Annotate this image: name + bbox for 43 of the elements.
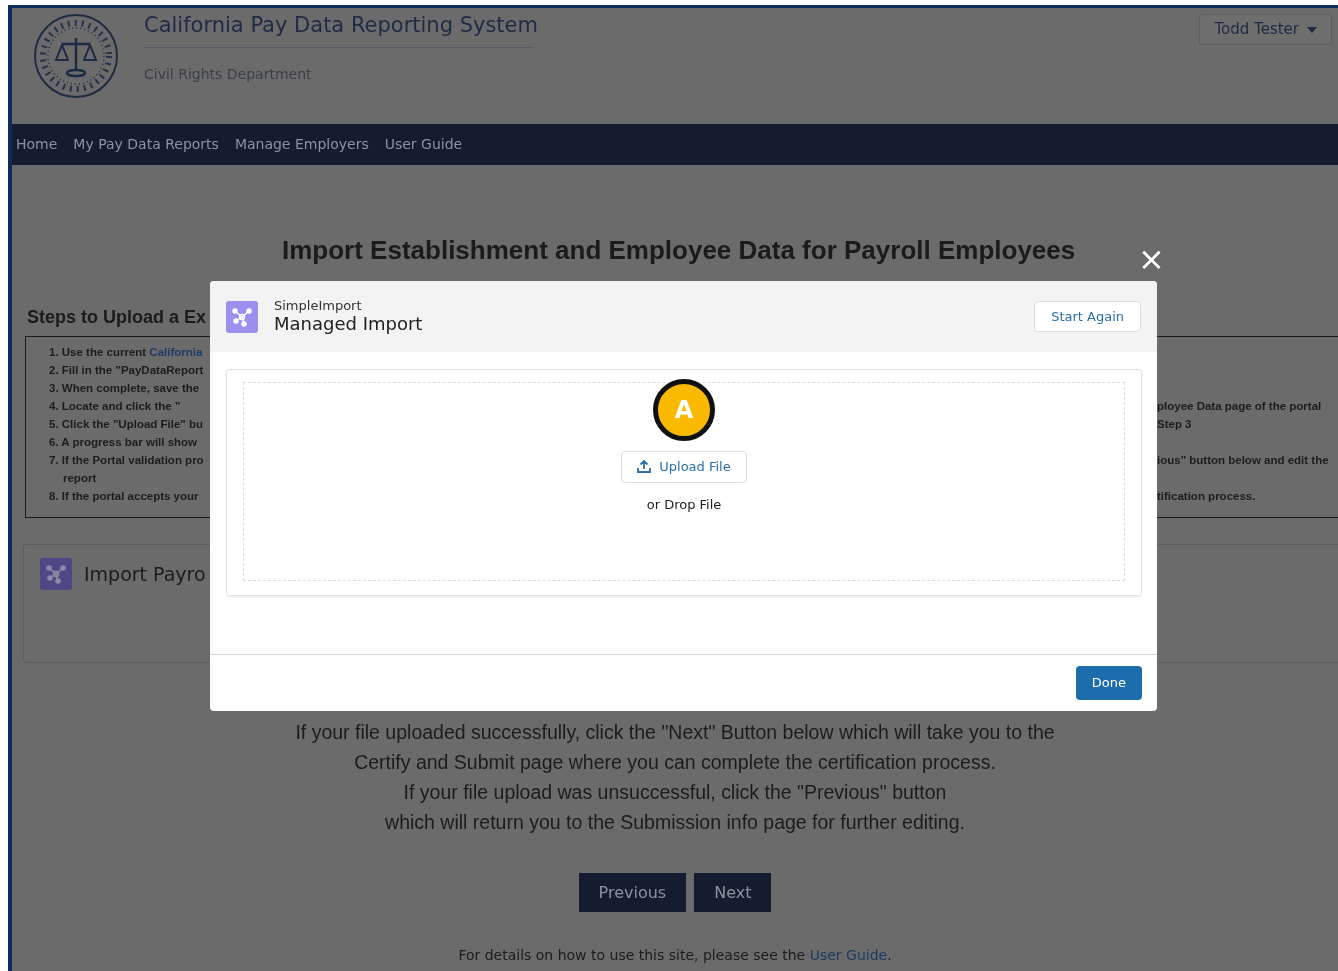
upload-icon — [637, 460, 652, 474]
drop-zone[interactable]: A Upload File or Drop File — [243, 382, 1125, 581]
step-text: 7. If the Portal validation pro — [49, 453, 204, 469]
network-icon — [226, 300, 258, 333]
nav-link[interactable]: Manage Employers — [234, 134, 369, 155]
instruction-text: If your file upload was unsuccessful, click the "Previous" button — [402, 780, 948, 806]
step-text: ployee Data page of the portal — [1157, 399, 1323, 415]
network-icon — [40, 558, 72, 591]
done-button[interactable]: Done — [1075, 666, 1142, 700]
seal-logo-icon — [32, 12, 120, 100]
upload-file-button[interactable]: Upload File — [621, 451, 747, 483]
nav-button[interactable]: Next — [694, 873, 772, 913]
instruction-text: which will return you to the Submission info page for further editing. — [384, 810, 966, 836]
step-text: 8. If the portal accepts your — [49, 489, 199, 505]
instruction-text: If your file uploaded successfully, click the "Next" Button below which will take you to the — [294, 720, 1056, 746]
step-text: tification process. — [1157, 489, 1257, 505]
step-text: 3. When complete, save the — [49, 381, 200, 397]
page-title: Import Establishment and Employee Data for Payroll Employees — [282, 235, 1076, 267]
step-text: report — [62, 471, 97, 487]
step-text: 5. Click the "Upload File" bu — [49, 417, 204, 433]
site-title: California Pay Data Reporting System — [144, 12, 539, 39]
import-card-title: Import Payro — [84, 562, 206, 588]
close-button[interactable]: × — [1138, 243, 1165, 275]
step-text: 2. Fill in the "PayDataReport — [49, 363, 204, 379]
user-menu-button[interactable]: Todd Tester — [1199, 14, 1332, 45]
footer-text: For details on how to use this site, please see the User Guide. — [457, 946, 893, 966]
start-again-button[interactable]: Start Again — [1034, 300, 1141, 333]
step-text: Step 3 — [1157, 417, 1193, 433]
steps-heading: Steps to Upload a Ex — [27, 306, 207, 330]
app-name: SimpleImport — [274, 299, 363, 314]
step-text: 1. Use the current California — [49, 345, 203, 361]
step-text: ious" button below and edit the — [1157, 453, 1330, 469]
instruction-text: Certify and Submit page where you can complete the certification process. — [353, 750, 997, 776]
nav-button[interactable]: Previous — [578, 873, 687, 913]
nav-link[interactable]: My Pay Data Reports — [73, 134, 219, 155]
caret-icon — [1307, 26, 1317, 33]
nav-link[interactable]: Home — [16, 134, 58, 155]
modal-title: Managed Import — [274, 313, 424, 334]
nav-link[interactable]: User Guide — [384, 134, 463, 155]
callout-marker: A — [653, 379, 715, 441]
step-text: 4. Locate and click the " — [49, 399, 181, 415]
drop-hint: or Drop File — [646, 495, 722, 514]
step-text: 6. A progress bar will show — [49, 435, 198, 451]
